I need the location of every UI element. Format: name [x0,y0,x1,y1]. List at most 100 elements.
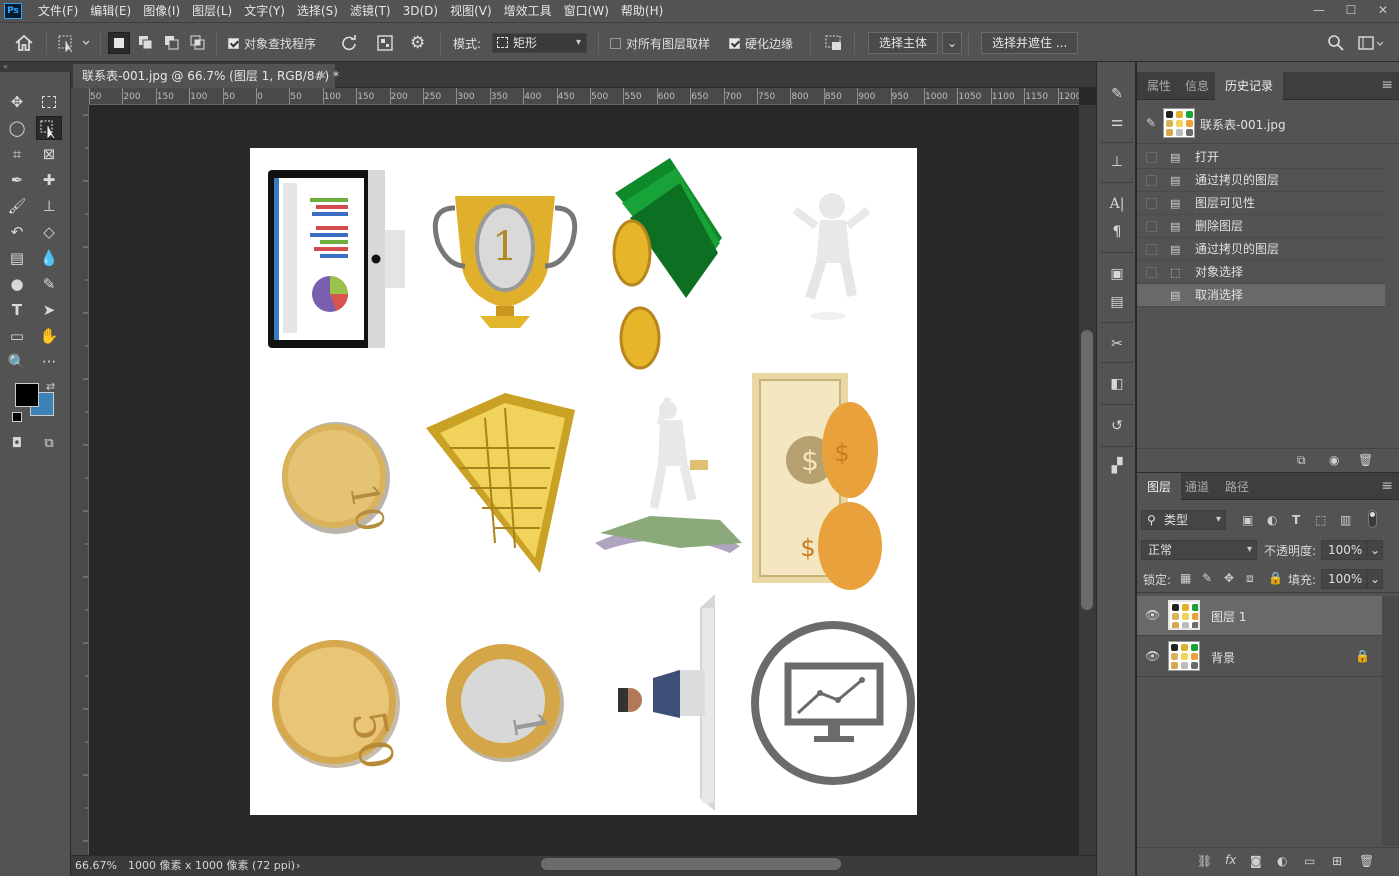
select-subject-button[interactable]: 选择主体 [868,23,938,63]
fill-field[interactable]: 100% [1321,569,1367,589]
brush-presets-icon[interactable]: ⚌ [1105,110,1129,134]
opacity-dropdown-icon[interactable]: ⌄ [1367,540,1383,560]
tab-paths[interactable]: 路径 [1215,473,1259,501]
menu-3d[interactable]: 3D(D) [397,0,444,22]
new-document-from-state-icon[interactable]: ⧉ [1297,453,1306,468]
hand-tool-icon[interactable]: ✋ [36,324,62,348]
select-and-mask-button[interactable]: 选择并遮住 ... [981,23,1079,63]
visibility-eye-icon[interactable]: 👁 [1145,649,1160,663]
rectangle-tool-icon[interactable]: ▭ [4,324,30,348]
history-icon[interactable]: ↺ [1105,414,1129,438]
history-snapshot[interactable]: ✎ 联系表-001.jpg [1137,104,1399,144]
menu-edit[interactable]: 编辑(E) [84,0,137,22]
healing-brush-tool-icon[interactable]: ✚ [36,168,62,192]
sample-all-layers-checkbox[interactable]: 对所有图层取样 [610,23,710,63]
object-subtract-icon[interactable] [824,23,844,63]
foreground-color-swatch[interactable] [15,383,39,407]
menu-filter[interactable]: 滤镜(T) [344,0,397,22]
object-selection-tool-icon[interactable] [36,116,62,140]
hard-edge-check-icon[interactable] [729,37,740,49]
gradient-tool-icon[interactable]: ▤ [4,246,30,270]
filter-pixel-icon[interactable]: ▣ [1242,513,1253,527]
document-canvas[interactable]: 1 10 $ $ $ 50 1 [250,148,917,815]
new-group-folder-icon[interactable]: ▭ [1304,854,1315,868]
layer-filter-select[interactable]: ⚲ 类型 ▾ [1141,510,1226,530]
filter-type-icon[interactable]: T [1292,513,1300,527]
menu-view[interactable]: 视图(V) [444,0,498,22]
mode-select[interactable]: 矩形 [492,23,587,63]
menu-select[interactable]: 选择(S) [291,0,344,22]
pen-tool-icon[interactable]: ✎ [36,272,62,296]
brush-tool-icon[interactable]: 🖌 [4,194,30,218]
select-subject-dropdown[interactable]: ⌄ [942,23,962,63]
horizontal-scroll-thumb[interactable] [541,858,841,870]
tab-info[interactable]: 信息 [1175,72,1219,100]
lasso-tool-icon[interactable]: ◯ [4,116,30,140]
brush-settings-icon[interactable]: ✎ [1105,82,1129,106]
history-brush-tool-icon[interactable]: ↶ [4,220,30,244]
vertical-ruler[interactable] [71,105,89,855]
dodge-tool-icon[interactable]: ● [4,272,30,296]
camera-icon[interactable]: ◉ [1329,453,1339,467]
clone-source-icon[interactable]: ⊥ [1105,150,1129,174]
trash-icon[interactable]: 🗑 [1358,453,1373,467]
document-tab[interactable]: 联系表-001.jpg @ 66.7% (图层 1, RGB/8#) * ✕ [73,64,339,88]
link-layers-icon[interactable]: ⛓ [1197,854,1212,868]
sample-all-check-icon[interactable] [610,37,621,49]
minimize-button[interactable]: — [1303,0,1335,22]
fx-icon[interactable]: fx [1225,853,1236,867]
default-colors-icon[interactable] [12,412,22,422]
lock-all-icon[interactable]: 🔒 [1268,571,1283,585]
object-finder-check-icon[interactable] [228,37,239,49]
layer-lock-icon[interactable]: 🔒 [1355,649,1370,663]
toolbar-collapse-icon[interactable]: « [0,62,71,72]
history-item[interactable]: ▤ 通过拷贝的图层 [1137,169,1385,192]
ruler-corner[interactable] [71,88,89,105]
status-menu-arrow-icon[interactable]: › [296,856,300,876]
filter-smart-object-icon[interactable]: ▥ [1340,513,1351,527]
object-finder-checkbox[interactable]: 对象查找程序 [228,23,316,63]
filter-shape-icon[interactable]: ⬚ [1315,513,1326,527]
menu-type[interactable]: 文字(Y) [238,0,291,22]
show-all-objects-icon[interactable] [376,23,394,63]
tab-channels[interactable]: 通道 [1175,473,1219,501]
horizontal-ruler[interactable]: 50 200 150 100 50 0 50 100 150 200 250 300 350 400 450… [89,88,1079,105]
menu-layer[interactable]: 图层(L) [186,0,238,22]
fill-dropdown-icon[interactable]: ⌄ [1367,569,1383,589]
history-item-active[interactable]: ▤ 取消选择 [1137,284,1385,307]
history-item[interactable]: ⬚ 对象选择 [1137,261,1385,284]
quick-mask-icon[interactable]: ◘ [4,432,30,456]
blend-mode-select[interactable]: 正常 ▾ [1141,540,1257,560]
intersect-selection-icon[interactable] [190,23,206,63]
gradients-icon[interactable]: ◧ [1105,372,1129,396]
screen-mode-icon[interactable]: ⧉ [36,432,62,456]
workspace-icon[interactable] [1357,23,1385,63]
menu-plugins[interactable]: 增效工具 [498,0,558,22]
close-window-button[interactable]: ✕ [1367,0,1399,22]
menu-image[interactable]: 图像(I) [137,0,186,22]
more-tools-icon[interactable]: ··· [36,350,62,374]
notes-icon[interactable]: ▣ [1105,262,1129,286]
lock-artboard-icon[interactable]: ⧈ [1246,571,1254,586]
add-mask-icon[interactable]: ◙ [1250,854,1262,868]
character-icon[interactable]: A| [1105,192,1129,216]
visibility-eye-icon[interactable]: 👁 [1145,608,1160,622]
close-tab-icon[interactable]: ✕ [318,64,327,88]
menu-file[interactable]: 文件(F) [32,0,84,22]
opacity-field[interactable]: 100% [1321,540,1367,560]
subtract-selection-icon[interactable] [164,23,180,63]
move-tool-icon[interactable]: ✥ [4,90,30,114]
plugins-icon[interactable]: ▞ [1105,454,1129,478]
glyphs-icon[interactable]: ▤ [1105,290,1129,314]
eyedropper-tool-icon[interactable]: ✒ [4,168,30,192]
lock-position-icon[interactable]: ✥ [1224,571,1234,585]
history-item[interactable]: ▤ 删除图层 [1137,215,1385,238]
history-item[interactable]: ▤ 图层可见性 [1137,192,1385,215]
new-selection-icon[interactable] [108,23,130,63]
history-brush-source-icon[interactable]: ✎ [1146,116,1156,130]
lock-pixels-icon[interactable]: ✎ [1202,571,1212,585]
swap-colors-icon[interactable]: ⇄ [46,380,55,393]
tool-presets-icon[interactable]: ✂ [1105,332,1129,356]
crop-tool-icon[interactable]: ⌗ [4,142,30,166]
history-panel-menu-icon[interactable]: ≡ [1381,77,1393,93]
